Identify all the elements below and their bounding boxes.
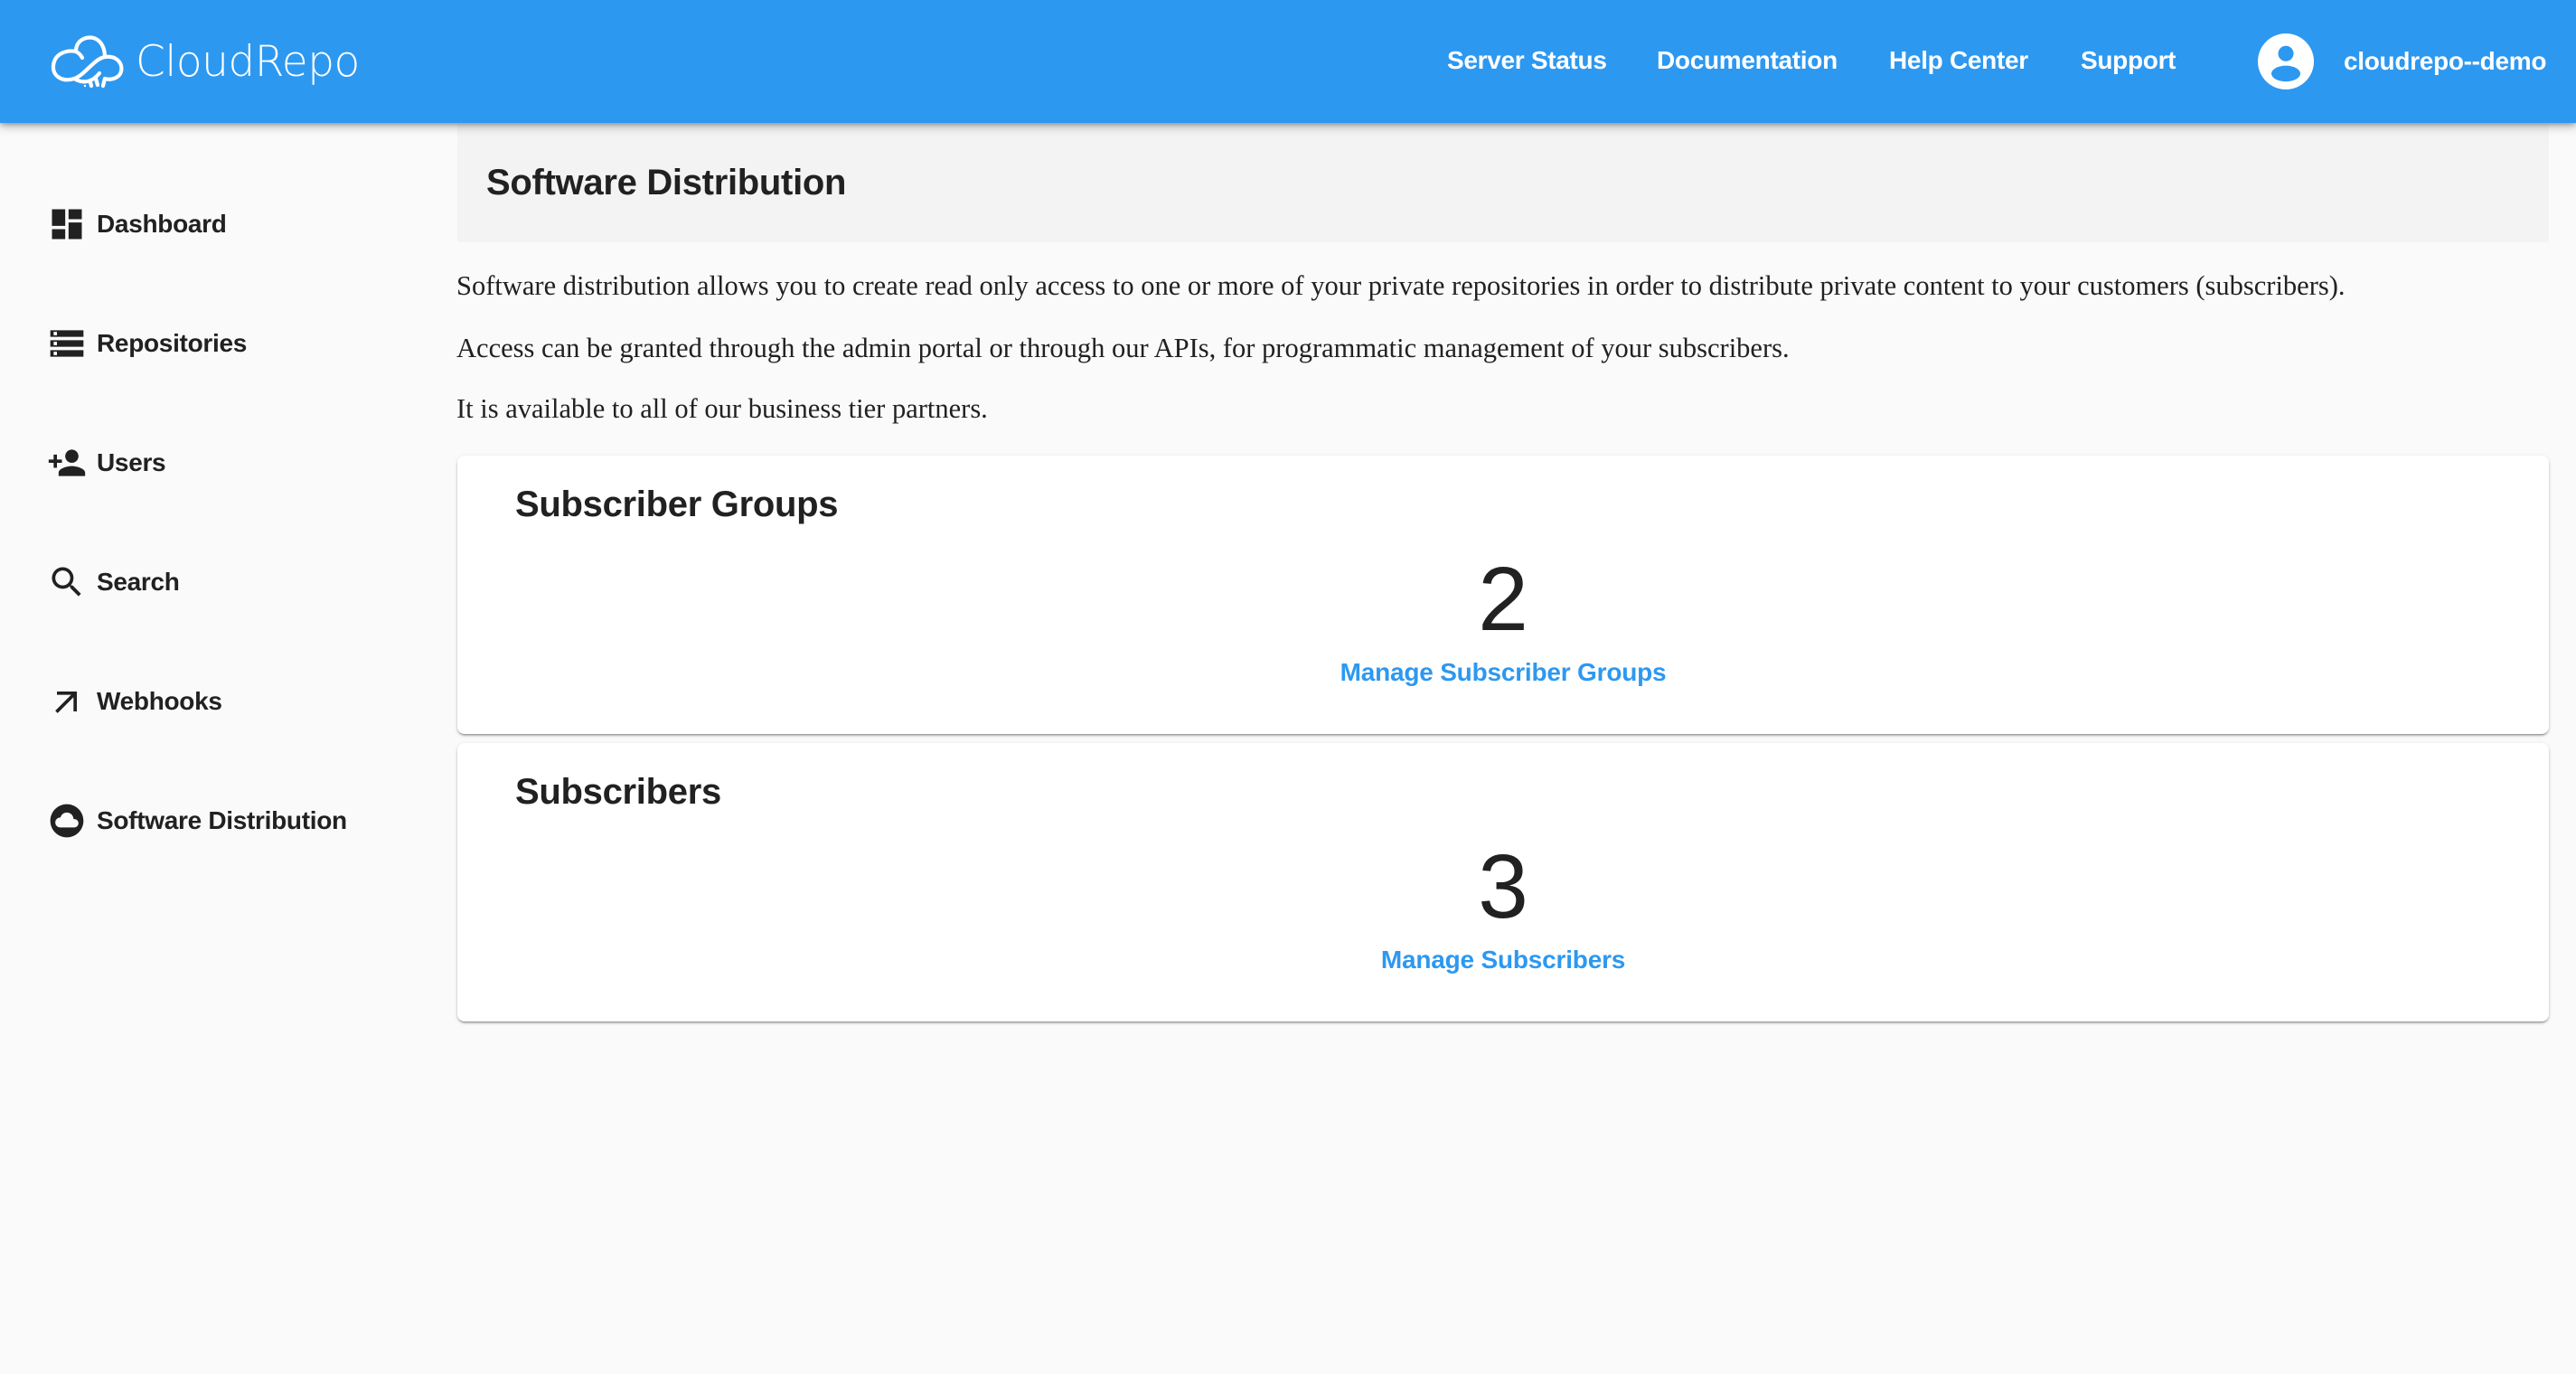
- subscribers-card: Subscribers 3 Manage Subscribers: [457, 743, 2549, 1021]
- cloudrepo-logo-icon: [51, 35, 124, 89]
- sidebar-item-software-distribution[interactable]: Software Distribution: [47, 801, 347, 841]
- sidebar-item-label: Repositories: [97, 329, 247, 357]
- nav-help-center[interactable]: Help Center: [1889, 45, 2028, 76]
- description-paragraph: Software distribution allows you to crea…: [456, 270, 2346, 301]
- sidebar-item-users[interactable]: Users: [47, 443, 166, 483]
- storage-icon: [47, 324, 87, 363]
- logo-link[interactable]: CloudRepo: [49, 33, 360, 90]
- manage-subscribers-link[interactable]: Manage Subscribers: [1381, 946, 1625, 974]
- subscriber-groups-count: 2: [1478, 549, 1528, 650]
- subscribers-count: 3: [1478, 836, 1528, 937]
- user-name: cloudrepo--demo: [2344, 47, 2547, 75]
- dashboard-icon: [47, 204, 87, 244]
- description-paragraph: It is available to all of our business t…: [456, 393, 988, 424]
- sidebar-item-label: Webhooks: [97, 687, 222, 715]
- arrow-outward-icon: [47, 682, 87, 721]
- sidebar-item-repositories[interactable]: Repositories: [47, 324, 247, 363]
- nav-server-status[interactable]: Server Status: [1447, 45, 1607, 76]
- sidebar-item-label: Search: [97, 568, 180, 596]
- account-circle-icon: [2258, 33, 2314, 89]
- sidebar-item-label: Dashboard: [97, 210, 227, 238]
- sidebar-item-label: Users: [97, 448, 166, 476]
- nav-support[interactable]: Support: [2081, 45, 2176, 76]
- sidebar: Dashboard Repositories Users Search Webh…: [0, 123, 434, 1374]
- sidebar-item-dashboard[interactable]: Dashboard: [47, 204, 227, 244]
- manage-subscriber-groups-link[interactable]: Manage Subscriber Groups: [1340, 658, 1667, 686]
- user-menu[interactable]: cloudrepo--demo: [2258, 33, 2546, 89]
- subscriber-groups-card: Subscriber Groups 2 Manage Subscriber Gr…: [457, 456, 2549, 734]
- person-add-icon: [47, 443, 87, 483]
- sidebar-item-webhooks[interactable]: Webhooks: [47, 682, 222, 721]
- sidebar-item-search[interactable]: Search: [47, 562, 180, 602]
- search-icon: [47, 562, 87, 602]
- page-title-panel: Software Distribution: [457, 123, 2549, 242]
- logo-text: CloudRepo: [136, 36, 360, 87]
- cloud-circle-icon: [47, 801, 87, 841]
- card-title: Subscriber Groups: [515, 485, 839, 524]
- page-title: Software Distribution: [486, 163, 847, 202]
- sidebar-item-label: Software Distribution: [97, 806, 347, 834]
- nav-documentation[interactable]: Documentation: [1657, 45, 1838, 76]
- card-title: Subscribers: [515, 772, 721, 812]
- app-header: CloudRepo Server Status Documentation He…: [0, 0, 2576, 123]
- description-paragraph: Access can be granted through the admin …: [456, 333, 1790, 363]
